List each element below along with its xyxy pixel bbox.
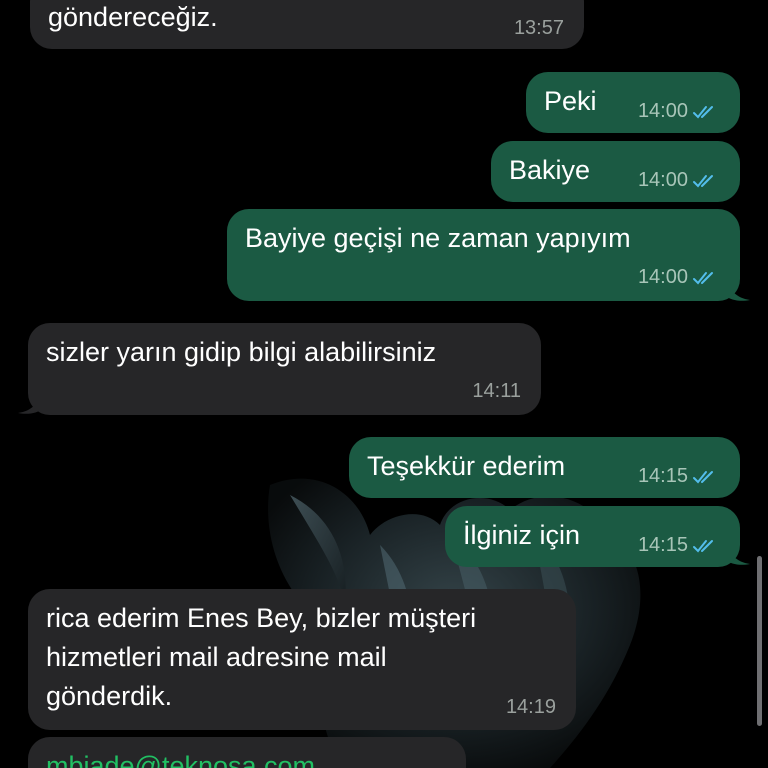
message-meta: 14:15 [638, 534, 720, 557]
message-time: 14:00 [637, 100, 688, 122]
message-time: 13:57 [513, 17, 564, 39]
message-bubble-outgoing[interactable]: Peki 14:00 [526, 72, 740, 133]
double-check-icon [693, 105, 713, 118]
message-bubble-outgoing[interactable]: Teşekkür ederim 14:15 [349, 437, 740, 498]
email-link[interactable]: mbiade@teknosa.com [46, 749, 315, 768]
double-check-icon [693, 470, 713, 483]
message-text: Teşekkür ederim [367, 451, 566, 481]
message-meta: 14:00 [638, 169, 720, 192]
double-check-icon [693, 539, 713, 552]
message-time: 14:00 [637, 169, 688, 191]
message-time: 14:00 [637, 266, 688, 288]
message-meta: 14:00 [638, 100, 720, 123]
scrollbar[interactable] [757, 556, 762, 726]
message-text: İlginiz için [463, 520, 581, 550]
message-bubble-incoming[interactable]: sizler yarın gidip bilgi alabilirsiniz 1… [28, 323, 541, 415]
message-bubble-incoming[interactable]: göndereceğiz. 13:57 [30, 0, 584, 49]
message-text-line: gönderdik. [46, 681, 173, 711]
message-meta: 14:15 [638, 465, 720, 488]
message-text: Peki [544, 86, 597, 116]
message-bubble-incoming[interactable]: mbiade@teknosa.com [28, 737, 466, 768]
chat-area[interactable]: göndereceğiz. 13:57 Peki 14:00 Bakiye 14… [0, 0, 768, 768]
message-text: sizler yarın gidip bilgi alabilirsiniz [46, 337, 437, 367]
message-meta: 14:00 [638, 266, 720, 289]
message-text: Bakiye [509, 155, 591, 185]
message-text-line: rica ederim Enes Bey, bizler müşteri [46, 603, 477, 633]
message-time: 14:19 [505, 696, 556, 718]
message-bubble-outgoing[interactable]: İlginiz için 14:15 [445, 506, 740, 567]
message-bubble-outgoing[interactable]: Bakiye 14:00 [491, 141, 740, 202]
message-time: 14:15 [637, 465, 688, 487]
message-time: 14:11 [472, 380, 521, 402]
double-check-icon [693, 174, 713, 187]
message-text: Bayiye geçişi ne zaman yapıyım [245, 223, 631, 253]
message-bubble-outgoing[interactable]: Bayiye geçişi ne zaman yapıyım 14:00 [227, 209, 740, 301]
message-text: göndereceğiz. [48, 2, 218, 32]
message-text-line: hizmetleri mail adresine mail [46, 642, 387, 672]
double-check-icon [693, 271, 713, 284]
message-bubble-incoming[interactable]: rica ederim Enes Bey, bizler müşteri hiz… [28, 589, 576, 730]
message-time: 14:15 [637, 534, 688, 556]
